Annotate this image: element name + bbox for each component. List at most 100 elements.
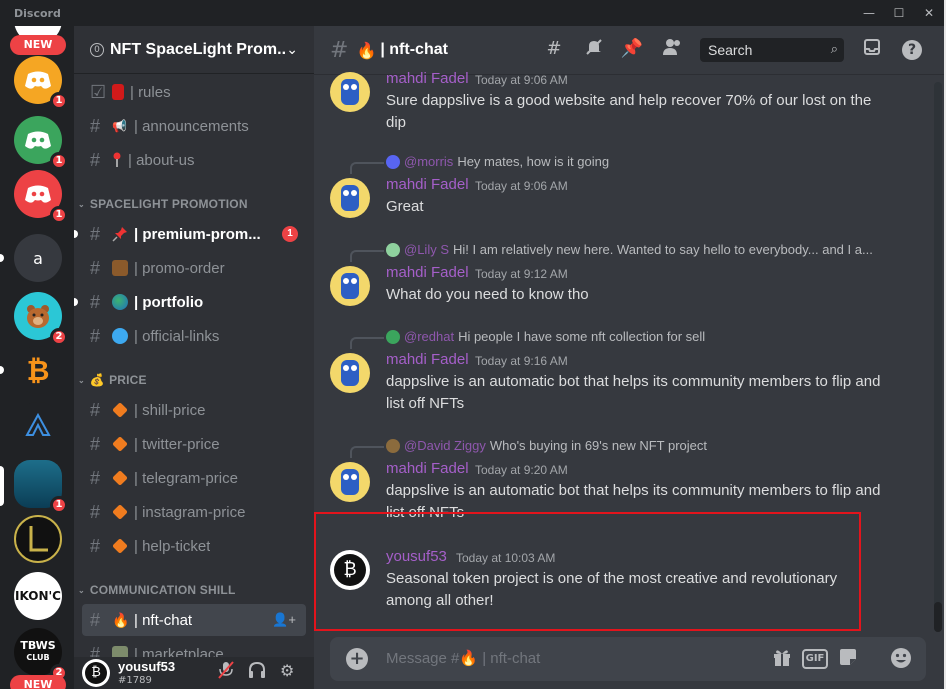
message-author[interactable]: mahdi Fadel — [386, 351, 469, 368]
message-author[interactable]: mahdi Fadel — [386, 264, 469, 281]
reply-spine — [350, 446, 384, 458]
avatar[interactable]: ₿ — [82, 659, 110, 687]
threads-icon[interactable]: # — [542, 38, 566, 59]
search-input[interactable]: Search ⌕ — [700, 38, 844, 62]
message-text: What do you need to know tho — [386, 286, 589, 303]
pin-icon[interactable]: 📌 — [620, 38, 644, 59]
emoji-icon[interactable] — [890, 647, 912, 674]
add-member-icon[interactable]: 👤+ — [272, 612, 296, 628]
channel-rules[interactable]: ☑ | rules — [82, 76, 306, 108]
reply-author: @David Ziggy — [404, 438, 486, 453]
pushpin-icon — [112, 226, 128, 242]
category-spacelight[interactable]: ⌄ SPACELIGHT PROMOTION — [78, 192, 308, 216]
book-emoji-icon — [112, 84, 124, 100]
channel-label: | rules — [130, 83, 171, 101]
guild-header[interactable]: 0 NFT SpaceLight Prom... ⌄ — [74, 26, 314, 74]
channel-promo-order[interactable]: # | promo-order — [82, 252, 306, 284]
avatar[interactable] — [330, 462, 370, 502]
server-ocean[interactable]: 1 — [14, 460, 68, 514]
message-author[interactable]: mahdi Fadel — [386, 176, 469, 193]
server-discord-3[interactable]: 1 — [14, 170, 68, 224]
category-communication-shill[interactable]: ⌄ COMMUNICATION SHILL — [78, 578, 308, 602]
channel-instagram-price[interactable]: # | instagram-price — [82, 496, 306, 528]
channel-label: | premium-prom... — [134, 225, 261, 243]
server-a[interactable]: a — [14, 234, 62, 282]
avatar[interactable] — [330, 266, 370, 306]
channel-about-us[interactable]: # | about-us — [82, 144, 306, 176]
hash-icon: # — [90, 325, 101, 346]
channel-nft-chat[interactable]: # 🔥 | nft-chat 👤+ — [82, 604, 306, 636]
channel-twitter-price[interactable]: # | twitter-price — [82, 428, 306, 460]
server-l[interactable] — [14, 515, 62, 563]
message-timestamp: Today at 9:06 AM — [475, 179, 568, 193]
channel-label: | announcements — [134, 117, 249, 135]
message-author[interactable]: mahdi Fadel — [386, 70, 469, 87]
headphones-icon[interactable] — [248, 661, 266, 683]
message-author[interactable]: yousuf53 — [386, 548, 447, 565]
member-list-icon[interactable] — [660, 38, 684, 61]
message-timestamp: Today at 9:12 AM — [475, 267, 568, 281]
reply-preview[interactable]: @redhat Hi people I have some nft collec… — [386, 329, 705, 344]
briefcase-icon — [112, 260, 128, 276]
l-logo-icon — [29, 526, 48, 552]
channel-premium-promotion[interactable]: # | premium-prom... 1 — [74, 218, 306, 250]
notification-muted-icon[interactable] — [582, 38, 606, 61]
avatar[interactable] — [330, 72, 370, 112]
message-author[interactable]: mahdi Fadel — [386, 460, 469, 477]
title-bar: Discord — ☐ ✕ — [0, 0, 946, 26]
server-bitcoin[interactable]: ₿ — [14, 346, 62, 394]
message-timestamp: Today at 9:16 AM — [475, 354, 568, 368]
avatar[interactable] — [330, 353, 370, 393]
channel-official-links[interactable]: # | official-links — [82, 320, 306, 352]
reply-preview[interactable]: @morris Hey mates, how is it going — [386, 154, 609, 169]
channel-portfolio[interactable]: # | portfolio — [74, 286, 306, 318]
server-alpin[interactable] — [14, 402, 62, 450]
help-icon[interactable]: ? — [900, 38, 924, 60]
unread-pill — [0, 366, 4, 374]
close-button[interactable]: ✕ — [914, 3, 944, 23]
server-tbws[interactable]: TBWS CLUB 2 — [14, 628, 68, 682]
orange-diamond-icon — [112, 538, 128, 554]
channel-telegram-price[interactable]: # | telegram-price — [82, 462, 306, 494]
scrollbar[interactable] — [934, 82, 942, 632]
new-badge-bottom: NEW — [10, 675, 66, 689]
reply-spine — [350, 337, 384, 349]
chevron-down-icon[interactable]: ⌄ — [286, 42, 298, 58]
hash-icon: # — [90, 149, 101, 170]
sticker-icon[interactable] — [838, 647, 858, 672]
server-discord-1[interactable]: 1 — [14, 56, 68, 110]
message-text: dappslive is an automatic bot that helps… — [386, 373, 881, 412]
category-price[interactable]: ⌄ 💰 PRICE — [78, 368, 308, 392]
avatar[interactable] — [330, 178, 370, 218]
attach-plus-button[interactable]: + — [346, 648, 368, 670]
reply-preview[interactable]: @Lily S Hi! I am relatively new here. Wa… — [386, 242, 873, 257]
server-discord-2[interactable]: 1 — [14, 116, 68, 170]
channel-label: | portfolio — [134, 293, 204, 311]
channel-help-ticket[interactable]: # | help-ticket — [82, 530, 306, 562]
mute-mic-icon[interactable] — [218, 661, 234, 683]
search-icon: ⌕ — [830, 41, 838, 56]
fire-icon: 🔥 — [459, 650, 479, 667]
unread-dot — [74, 298, 78, 306]
message-composer[interactable]: + Message #🔥 | nft-chat GIF — [330, 637, 926, 681]
server-ikonic[interactable]: IKON'C — [14, 572, 62, 620]
maximize-button[interactable]: ☐ — [884, 3, 914, 23]
reply-preview[interactable]: @David Ziggy Who's buying in 69's new NF… — [386, 438, 707, 453]
channel-sidebar: 0 NFT SpaceLight Prom... ⌄ ☑ | rules # 📢… — [74, 26, 314, 689]
minimize-button[interactable]: — — [854, 3, 884, 23]
inbox-icon[interactable] — [860, 38, 884, 61]
reply-avatar — [386, 438, 400, 453]
server-bear[interactable]: 2 — [14, 292, 68, 346]
gift-icon[interactable] — [772, 647, 792, 672]
scrollbar-thumb[interactable] — [934, 602, 942, 632]
hash-icon: # — [90, 399, 101, 420]
message: @Lily S Hi! I am relatively new here. Wa… — [314, 242, 930, 312]
gif-button[interactable]: GIF — [802, 649, 828, 669]
gear-icon[interactable]: ⚙ — [280, 661, 294, 680]
avatar[interactable]: ₿ — [330, 550, 370, 590]
hash-icon: # — [90, 115, 101, 136]
server-rail: NEW 1 1 1 a 2 ₿ 1 IKON'C TBWS CLUB 2 NEW — [0, 26, 74, 689]
hash-icon: # — [90, 291, 101, 312]
channel-announcements[interactable]: # 📢 | announcements — [82, 110, 306, 142]
channel-shill-price[interactable]: # | shill-price — [82, 394, 306, 426]
